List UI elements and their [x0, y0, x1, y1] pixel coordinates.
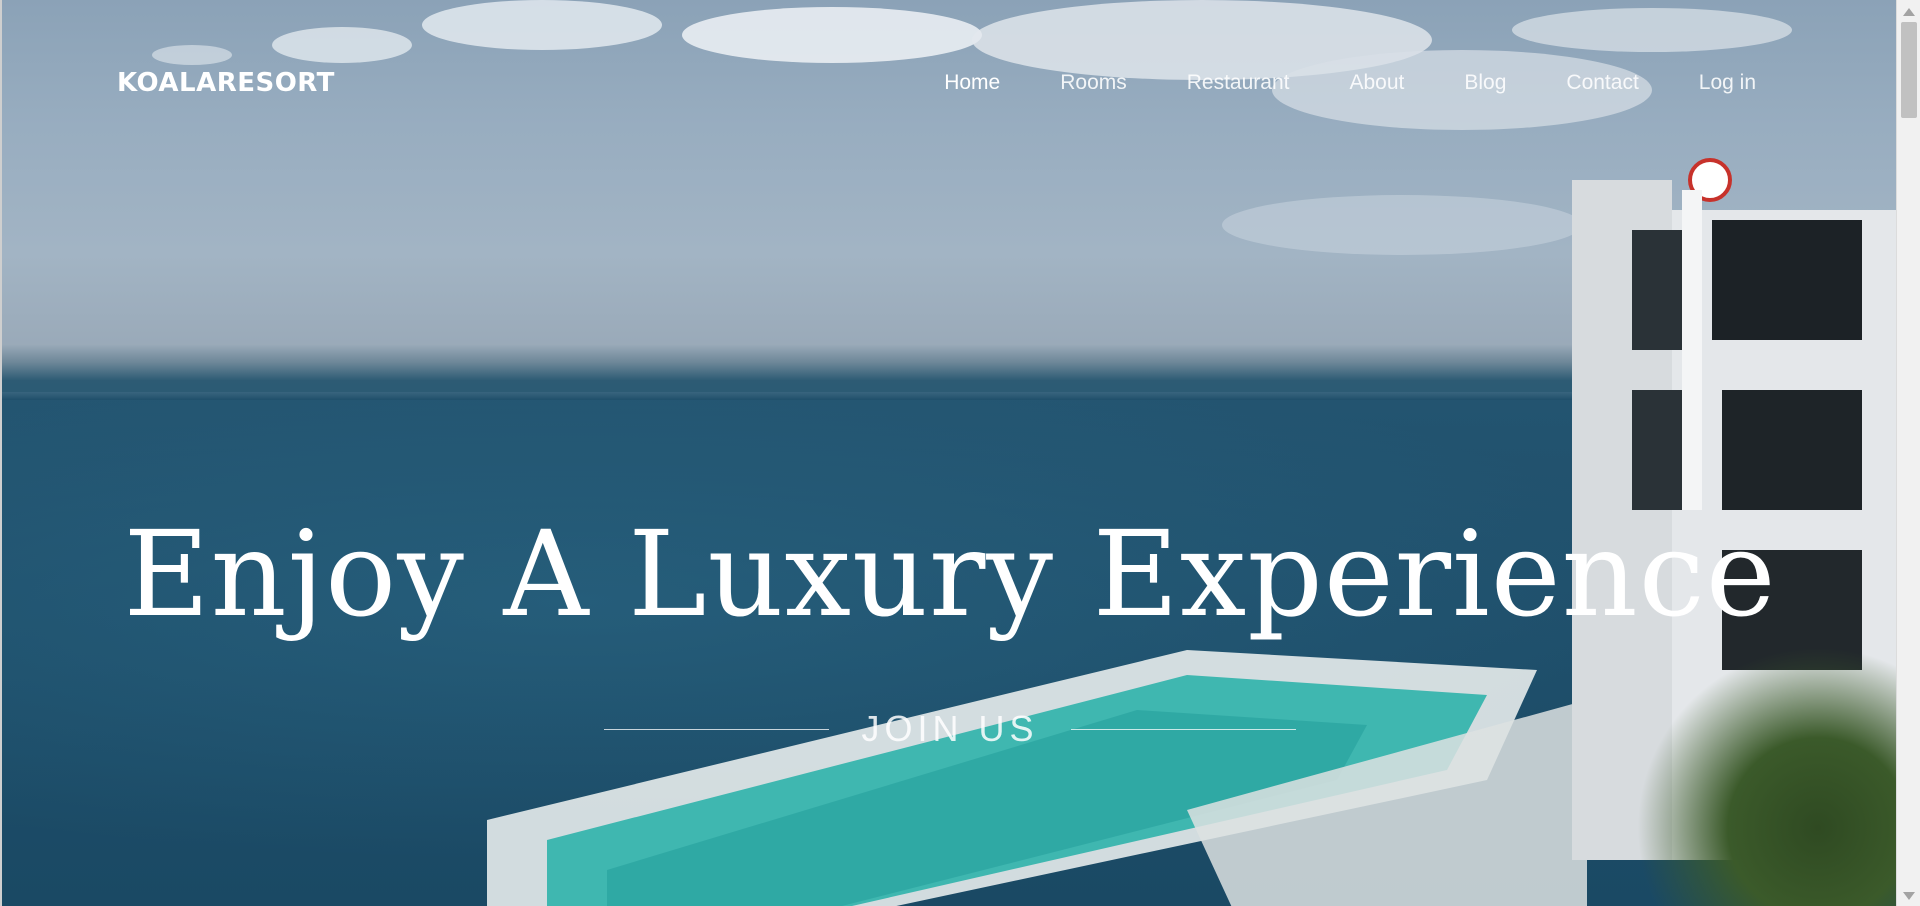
- hero-section: KOALARESORT Home Rooms Restaurant About …: [0, 0, 1896, 906]
- nav-menu: Home Rooms Restaurant About Blog Contact…: [884, 71, 1756, 95]
- top-navigation: KOALARESORT Home Rooms Restaurant About …: [2, 0, 1896, 170]
- brand-logo[interactable]: KOALARESORT: [117, 68, 335, 98]
- nav-item-rooms[interactable]: Rooms: [1060, 71, 1127, 95]
- nav-item-login[interactable]: Log in: [1699, 71, 1756, 95]
- page: KOALARESORT Home Rooms Restaurant About …: [0, 0, 1920, 906]
- scroll-thumb[interactable]: [1901, 22, 1917, 118]
- nav-item-contact[interactable]: Contact: [1566, 71, 1638, 95]
- nav-item-about[interactable]: About: [1349, 71, 1404, 95]
- hero-headline: Enjoy A Luxury Experience: [123, 505, 1777, 643]
- greenery-image: [1636, 646, 1896, 906]
- nav-item-blog[interactable]: Blog: [1464, 71, 1506, 95]
- cta-left-divider: [604, 728, 830, 730]
- cta-right-divider: [1070, 728, 1296, 730]
- page-scrollbar[interactable]: [1896, 0, 1920, 906]
- join-us-button[interactable]: JOIN US: [861, 708, 1038, 750]
- nav-item-restaurant[interactable]: Restaurant: [1187, 71, 1290, 95]
- nav-item-home[interactable]: Home: [944, 71, 1000, 95]
- scroll-down-arrow-icon[interactable]: [1903, 892, 1915, 900]
- scroll-up-arrow-icon[interactable]: [1903, 8, 1915, 16]
- pool-image: [487, 650, 1587, 906]
- join-us-cta[interactable]: JOIN US: [2, 708, 1896, 750]
